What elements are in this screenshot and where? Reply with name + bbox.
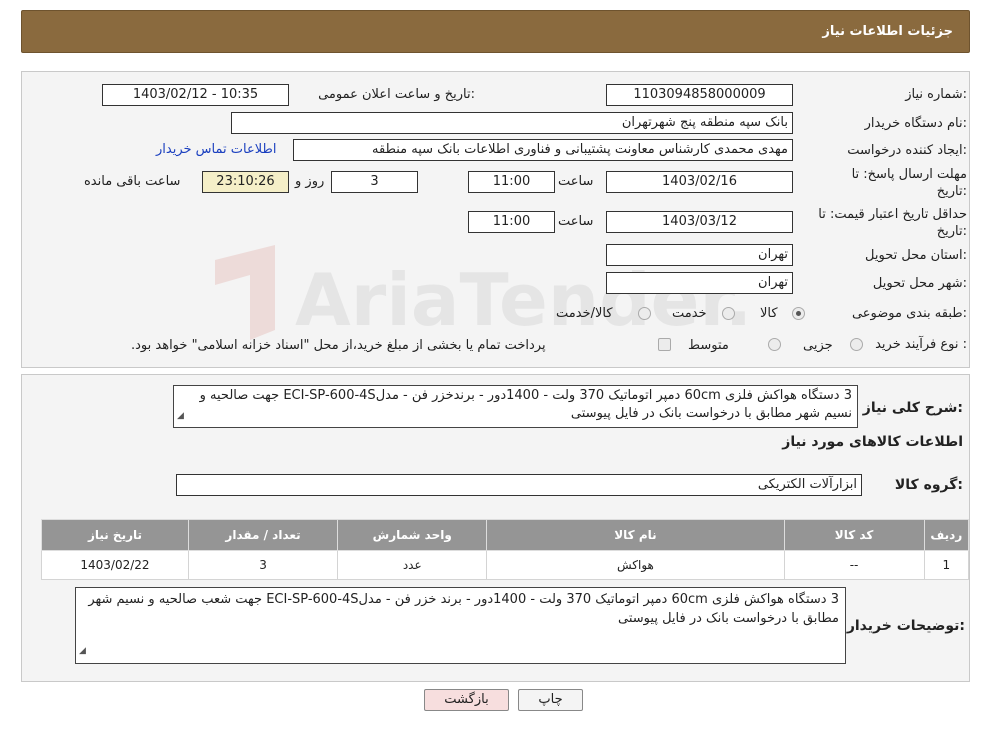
table-row: 1 -- هواکش عدد 3 1403/02/22 bbox=[41, 550, 970, 580]
deadline-remaining-field: 23:10:26 bbox=[202, 171, 289, 193]
treasury-checkbox[interactable] bbox=[658, 338, 671, 351]
cell-name: هواکش bbox=[486, 550, 785, 580]
purchase-type-label: نوع فرآیند خرید : bbox=[875, 337, 967, 352]
buyer-notes-label: توضیحات خریدار: bbox=[846, 618, 965, 634]
category-option-goods: کالا bbox=[760, 306, 778, 321]
deadline-days-label: روز و bbox=[295, 174, 325, 189]
goods-group-label: گروه کالا: bbox=[894, 477, 963, 493]
buyer-contact-link[interactable]: اطلاعات تماس خریدار bbox=[156, 142, 276, 157]
category-radio-goods-service[interactable] bbox=[638, 307, 651, 320]
deadline-days-field: 3 bbox=[331, 171, 418, 193]
deadline-label-line1: مهلت ارسال پاسخ: تا bbox=[851, 167, 967, 182]
purchase-type-option-medium: متوسط bbox=[688, 338, 729, 353]
validity-time-label: ساعت bbox=[558, 214, 594, 229]
validity-time-field: 11:00 bbox=[468, 211, 555, 233]
summary-text: 3 دستگاه هواکش فلزی 60cm دمپر اتوماتیک 3… bbox=[199, 388, 852, 421]
announce-datetime-label: تاریخ و ساعت اعلان عمومی: bbox=[318, 87, 475, 102]
cell-need-date: 1403/02/22 bbox=[41, 550, 189, 580]
col-header-code: کد کالا bbox=[783, 519, 925, 551]
buyer-org-field: بانک سپه منطقه پنج شهرتهران bbox=[231, 112, 793, 134]
buyer-org-label: نام دستگاه خریدار: bbox=[864, 116, 967, 131]
need-number-field: 1103094858000009 bbox=[606, 84, 793, 106]
cell-unit: عدد bbox=[337, 550, 488, 580]
validity-date-field: 1403/03/12 bbox=[606, 211, 793, 233]
announce-datetime-field: 1403/02/12 - 10:35 bbox=[102, 84, 289, 106]
print-button[interactable]: چاپ bbox=[518, 689, 583, 711]
buyer-notes-text: 3 دستگاه هواکش فلزی 60cm دمپر اتوماتیک 3… bbox=[88, 592, 839, 626]
items-table: ردیف کد کالا نام کالا واحد شمارش تعداد /… bbox=[41, 519, 970, 580]
deadline-remaining-label: ساعت باقی مانده bbox=[84, 174, 181, 189]
deadline-time-label: ساعت bbox=[558, 174, 594, 189]
category-option-goods-service: کالا/خدمت bbox=[556, 306, 613, 321]
table-header-row: ردیف کد کالا نام کالا واحد شمارش تعداد /… bbox=[41, 519, 970, 551]
validity-label-line2: تاریخ: bbox=[936, 224, 967, 239]
goods-section-title: اطلاعات کالاهای مورد نیاز bbox=[782, 434, 963, 450]
summary-label: شرح کلی نیاز: bbox=[862, 400, 963, 416]
resize-grip-icon: ◢ bbox=[177, 411, 184, 421]
province-field: تهران bbox=[606, 244, 793, 266]
city-label: شهر محل تحویل: bbox=[872, 276, 967, 291]
requester-field: مهدی محمدی کارشناس معاونت پشتیبانی و فنا… bbox=[293, 139, 793, 161]
treasury-note: پرداخت تمام یا بخشی از مبلغ خرید،از محل … bbox=[131, 338, 546, 353]
category-radio-service[interactable] bbox=[722, 307, 735, 320]
purchase-type-radio-partial[interactable] bbox=[850, 338, 863, 351]
city-field: تهران bbox=[606, 272, 793, 294]
col-header-unit: واحد شمارش bbox=[337, 519, 488, 551]
purchase-type-option-partial: جزیی bbox=[803, 338, 833, 353]
province-label: استان محل تحویل: bbox=[865, 248, 967, 263]
deadline-time-field: 11:00 bbox=[468, 171, 555, 193]
requester-label: ایجاد کننده درخواست: bbox=[847, 143, 967, 158]
col-header-row-number: ردیف bbox=[923, 519, 970, 551]
goods-group-field: ابزارآلات الکتریکی bbox=[176, 474, 862, 496]
summary-textarea: 3 دستگاه هواکش فلزی 60cm دمپر اتوماتیک 3… bbox=[173, 385, 858, 428]
cell-row-number: 1 bbox=[923, 550, 970, 580]
resize-grip-icon: ◢ bbox=[79, 646, 86, 656]
col-header-name: نام کالا bbox=[486, 519, 785, 551]
col-header-quantity: تعداد / مقدار bbox=[187, 519, 339, 551]
need-number-label: شماره نیاز: bbox=[905, 87, 967, 102]
col-header-need-date: تاریخ نیاز bbox=[41, 519, 189, 551]
buyer-notes-textarea: 3 دستگاه هواکش فلزی 60cm دمپر اتوماتیک 3… bbox=[75, 587, 846, 664]
category-radio-goods[interactable] bbox=[792, 307, 805, 320]
cell-code: -- bbox=[783, 550, 925, 580]
back-button[interactable]: بازگشت bbox=[424, 689, 509, 711]
category-label: طبقه بندی موضوعی: bbox=[851, 306, 967, 321]
validity-label-line1: حداقل تاریخ اعتبار قیمت: تا bbox=[818, 207, 967, 222]
page-header: جزئیات اطلاعات نیاز bbox=[21, 10, 970, 53]
deadline-label-line2: تاریخ: bbox=[936, 184, 967, 199]
page-title: جزئیات اطلاعات نیاز bbox=[822, 24, 953, 39]
cell-quantity: 3 bbox=[187, 550, 339, 580]
deadline-date-field: 1403/02/16 bbox=[606, 171, 793, 193]
category-option-service: خدمت bbox=[672, 306, 707, 321]
purchase-type-radio-medium[interactable] bbox=[768, 338, 781, 351]
